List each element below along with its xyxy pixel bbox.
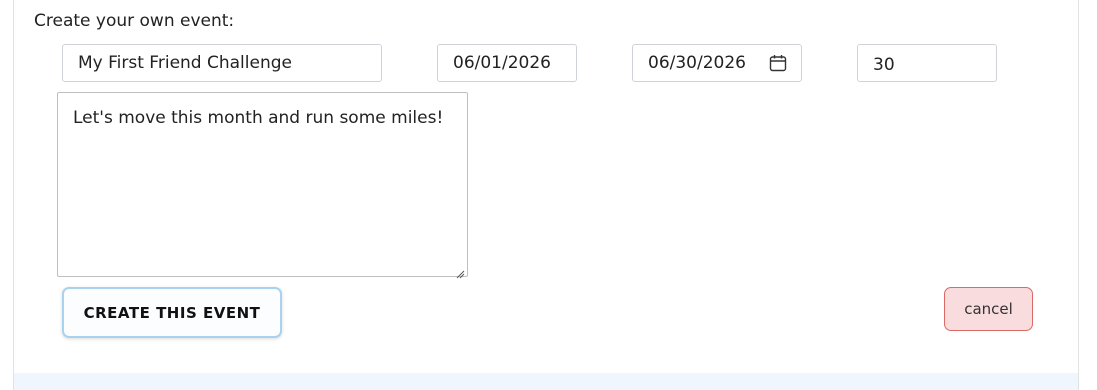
event-name-value: My First Friend Challenge bbox=[78, 53, 292, 73]
goal-value: 30 bbox=[873, 55, 895, 75]
start-date-value: 06/01/2026 bbox=[453, 53, 551, 73]
end-date-value: 06/30/2026 bbox=[648, 53, 746, 73]
description-textarea[interactable]: Let's move this month and run some miles… bbox=[57, 92, 468, 279]
goal-input[interactable]: 30 bbox=[857, 44, 997, 82]
start-date-input[interactable]: 06/01/2026 bbox=[437, 44, 577, 82]
page: Create your own event: My First Friend C… bbox=[0, 0, 1097, 390]
footer-strip bbox=[14, 373, 1078, 390]
event-name-input[interactable]: My First Friend Challenge bbox=[62, 44, 382, 82]
resize-handle-icon[interactable] bbox=[455, 264, 465, 279]
description-value: Let's move this month and run some miles… bbox=[73, 108, 444, 128]
form-title: Create your own event: bbox=[34, 11, 235, 31]
create-event-button[interactable]: CREATE THIS EVENT bbox=[62, 287, 282, 338]
calendar-icon[interactable] bbox=[769, 54, 787, 72]
cancel-button[interactable]: cancel bbox=[944, 287, 1033, 331]
end-date-input[interactable]: 06/30/2026 bbox=[632, 44, 802, 82]
